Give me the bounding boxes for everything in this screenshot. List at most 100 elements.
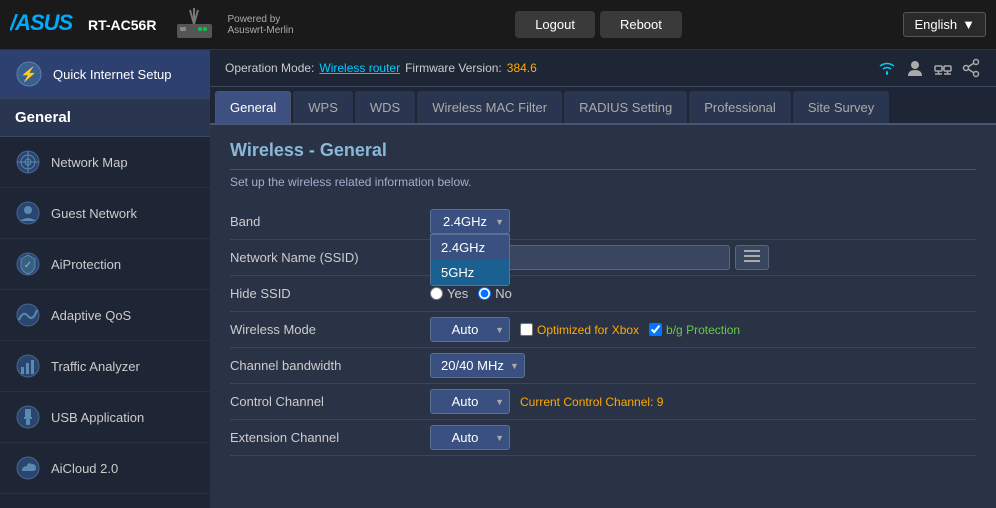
page-content: Wireless - General Set up the wireless r… — [210, 125, 996, 505]
ssid-control — [430, 245, 976, 270]
bg-protection-checkbox[interactable] — [649, 323, 662, 336]
model-name: RT-AC56R — [88, 17, 156, 33]
language-selector[interactable]: English ▼ — [903, 12, 986, 37]
firmware-label: Firmware Version: — [405, 61, 502, 75]
hide-ssid-label: Hide SSID — [230, 286, 430, 301]
band-label: Band — [230, 214, 430, 229]
usb-application-label: USB Application — [51, 410, 144, 425]
channel-bandwidth-label: Channel bandwidth — [230, 358, 430, 373]
logo-area: /ASUS RT-AC56R Powered by Asuswrt-Merlin — [10, 6, 294, 44]
sidebar-item-adaptive-qos[interactable]: Adaptive QoS — [0, 290, 210, 341]
svg-text:⚡: ⚡ — [20, 66, 37, 83]
tab-radius-setting[interactable]: RADIUS Setting — [564, 91, 687, 123]
usb-application-icon — [15, 404, 41, 430]
operation-mode-value[interactable]: Wireless router — [319, 61, 400, 75]
main-content: Operation Mode: Wireless router Firmware… — [210, 50, 996, 508]
wireless-mode-row: Wireless Mode Auto Optimized for Xbox b/… — [230, 312, 976, 348]
control-channel-status: Current Control Channel: 9 — [520, 395, 663, 409]
band-dropdown-btn[interactable]: 2.4GHz — [430, 209, 510, 234]
sidebar-item-usb-application[interactable]: USB Application — [0, 392, 210, 443]
channel-bandwidth-dropdown[interactable]: 20/40 MHz — [430, 353, 525, 378]
network-status-icon — [933, 58, 953, 78]
hide-ssid-yes-label[interactable]: Yes — [430, 286, 468, 301]
hide-ssid-row: Hide SSID Yes No — [230, 276, 976, 312]
tab-site-survey[interactable]: Site Survey — [793, 91, 889, 123]
extension-channel-dropdown[interactable]: Auto — [430, 425, 510, 450]
ssid-input-wrapper — [430, 245, 976, 270]
control-channel-dropdown[interactable]: Auto — [430, 389, 510, 414]
hide-ssid-yes-radio[interactable] — [430, 287, 443, 300]
band-dropdown-menu: 2.4GHz 5GHz — [430, 234, 510, 286]
wifi-status-icon — [877, 58, 897, 78]
channel-bandwidth-control: 20/40 MHz — [430, 353, 976, 378]
guest-network-label: Guest Network — [51, 206, 137, 221]
sidebar-item-aiprotection[interactable]: ✓ AiProtection — [0, 239, 210, 290]
chevron-down-icon: ▼ — [962, 17, 975, 32]
operation-mode-label: Operation Mode: — [225, 61, 314, 75]
tab-general[interactable]: General — [215, 91, 291, 123]
router-icon — [172, 6, 217, 44]
ssid-list-icon — [744, 250, 760, 262]
extension-channel-control: Auto — [430, 425, 976, 450]
sidebar-item-aicloud[interactable]: AiCloud 2.0 — [0, 443, 210, 494]
user-status-icon — [905, 58, 925, 78]
hide-ssid-no-label[interactable]: No — [478, 286, 512, 301]
aiprotection-icon: ✓ — [15, 251, 41, 277]
svg-text:/ASUS: /ASUS — [10, 10, 74, 35]
svg-text:✓: ✓ — [24, 260, 32, 271]
wireless-mode-label: Wireless Mode — [230, 322, 430, 337]
control-channel-row: Control Channel Auto Current Control Cha… — [230, 384, 976, 420]
ssid-row: Network Name (SSID) — [230, 240, 976, 276]
bg-protection-label[interactable]: b/g Protection — [649, 323, 740, 337]
reboot-button[interactable]: Reboot — [600, 11, 682, 38]
network-map-label: Network Map — [51, 155, 128, 170]
traffic-analyzer-label: Traffic Analyzer — [51, 359, 140, 374]
band-dropdown-container: 2.4GHz 2.4GHz 5GHz — [430, 209, 510, 234]
guest-network-icon — [15, 200, 41, 226]
ssid-label: Network Name (SSID) — [230, 250, 430, 265]
firmware-value: 384.6 — [507, 61, 537, 75]
control-channel-control: Auto Current Control Channel: 9 — [430, 389, 976, 414]
brand-label: Asuswrt-Merlin — [227, 25, 293, 36]
optimized-xbox-label[interactable]: Optimized for Xbox — [520, 323, 639, 337]
wireless-tabs: General WPS WDS Wireless MAC Filter RADI… — [210, 87, 996, 125]
powered-by-label: Powered by — [227, 14, 293, 25]
tab-professional[interactable]: Professional — [689, 91, 791, 123]
sidebar-item-network-map[interactable]: Network Map — [0, 137, 210, 188]
adaptive-qos-label: Adaptive QoS — [51, 308, 131, 323]
band-row: Band 2.4GHz 2.4GHz 5GHz — [230, 204, 976, 240]
logout-button[interactable]: Logout — [515, 11, 595, 38]
extension-channel-row: Extension Channel Auto — [230, 420, 976, 456]
tab-wds[interactable]: WDS — [355, 91, 415, 123]
channel-bandwidth-row: Channel bandwidth 20/40 MHz — [230, 348, 976, 384]
optimized-xbox-checkbox[interactable] — [520, 323, 533, 336]
sidebar-item-traffic-analyzer[interactable]: Traffic Analyzer — [0, 341, 210, 392]
page-title: Wireless - General — [230, 140, 976, 170]
ssid-icon-btn[interactable] — [735, 245, 769, 270]
page-subtitle: Set up the wireless related information … — [230, 175, 976, 189]
tab-wireless-mac-filter[interactable]: Wireless MAC Filter — [417, 91, 562, 123]
sidebar: ⚡ Quick Internet Setup General Network M… — [0, 50, 210, 508]
sidebar-item-guest-network[interactable]: Guest Network — [0, 188, 210, 239]
hide-ssid-no-radio[interactable] — [478, 287, 491, 300]
language-label: English — [914, 17, 957, 32]
band-option-2-4ghz[interactable]: 2.4GHz — [431, 235, 509, 260]
quick-setup-icon: ⚡ — [15, 60, 43, 88]
network-map-icon — [15, 149, 41, 175]
tab-wps[interactable]: WPS — [293, 91, 353, 123]
band-option-5ghz[interactable]: 5GHz — [431, 260, 509, 285]
header: /ASUS RT-AC56R Powered by Asuswrt-Merlin… — [0, 0, 996, 50]
aiprotection-label: AiProtection — [51, 257, 121, 272]
wireless-mode-dropdown[interactable]: Auto — [430, 317, 510, 342]
aicloud-label: AiCloud 2.0 — [51, 461, 118, 476]
main-layout: ⚡ Quick Internet Setup General Network M… — [0, 50, 996, 508]
quick-internet-setup[interactable]: ⚡ Quick Internet Setup — [0, 50, 210, 99]
adaptive-qos-icon — [15, 302, 41, 328]
hide-ssid-radio-group: Yes No — [430, 286, 512, 301]
traffic-analyzer-icon — [15, 353, 41, 379]
wireless-mode-control: Auto Optimized for Xbox b/g Protection — [430, 317, 976, 342]
control-channel-label: Control Channel — [230, 394, 430, 409]
quick-setup-label: Quick Internet Setup — [53, 67, 172, 82]
aicloud-icon — [15, 455, 41, 481]
extension-channel-label: Extension Channel — [230, 430, 430, 445]
